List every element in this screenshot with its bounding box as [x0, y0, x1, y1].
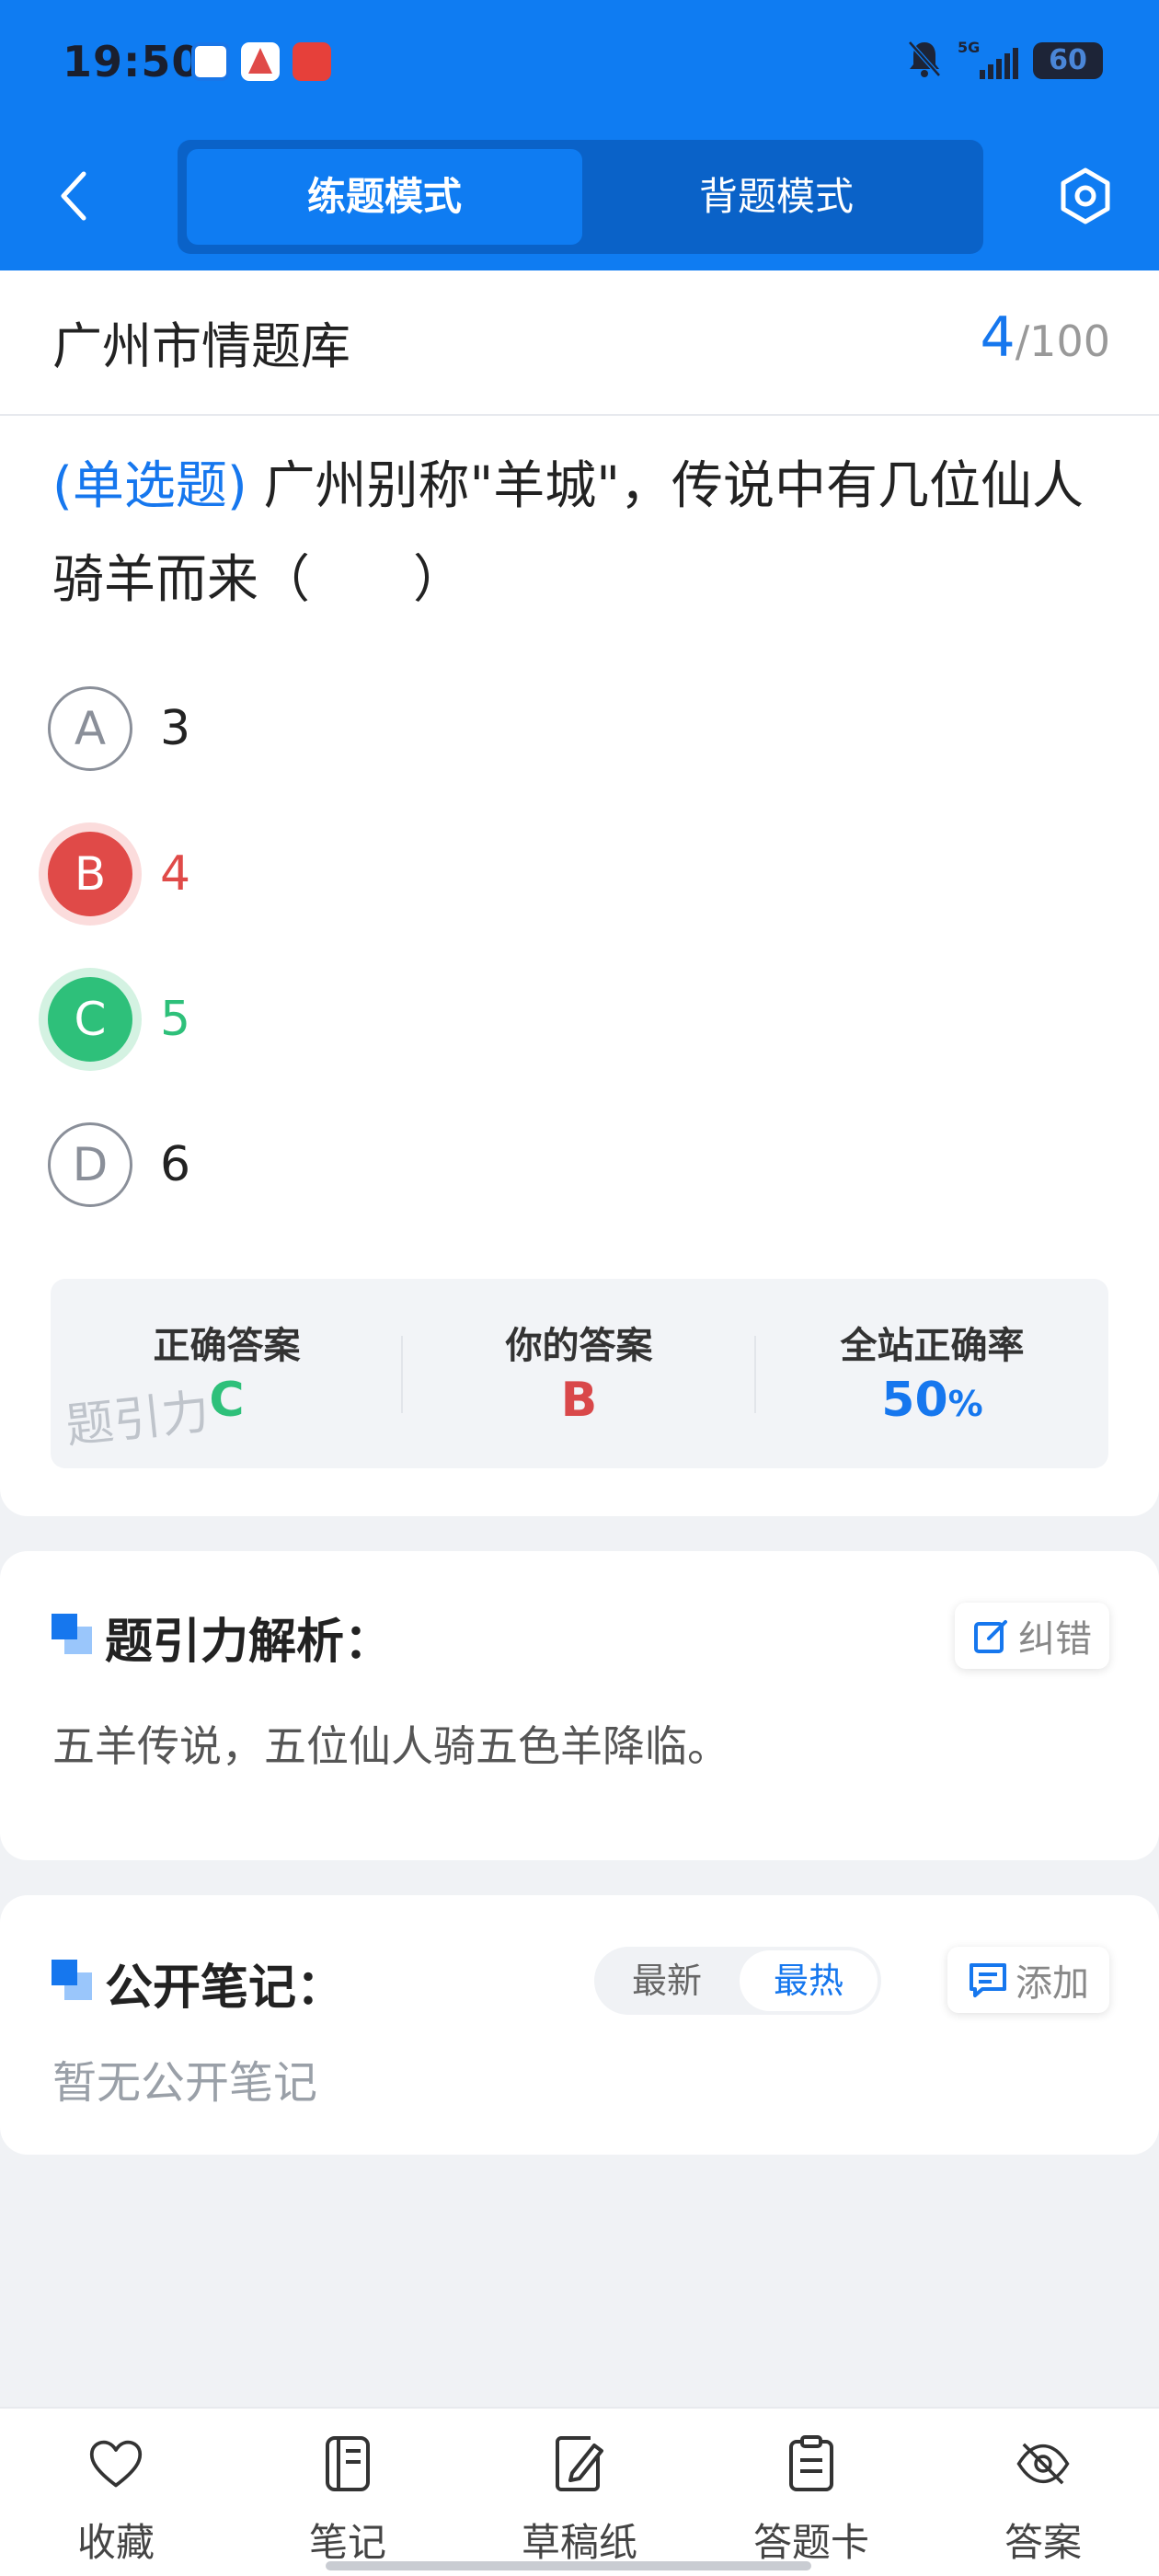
answer-summary: 题引力 正确答案 C 你的答案 B 全站正确率 50%: [51, 1279, 1108, 1468]
option-letter: D: [48, 1122, 132, 1207]
section-icon: [52, 1960, 92, 2000]
analysis-card: 题引力解析： 纠错 五羊传说，五位仙人骑五色羊降临。: [0, 1551, 1159, 1860]
option-text: 3: [160, 701, 191, 756]
eye-off-icon: [1016, 2434, 1071, 2493]
nav-label: 答案: [1004, 2520, 1082, 2565]
nav-show-answer[interactable]: 答案: [927, 2409, 1159, 2576]
comment-icon: [970, 1963, 1006, 1997]
heart-icon: [88, 2434, 143, 2493]
notes-sort-toggle: 最新 最热: [594, 1947, 881, 2015]
nav-notes[interactable]: 笔记: [232, 2409, 464, 2576]
battery-indicator: 60: [1033, 42, 1103, 79]
nav-favorite[interactable]: 收藏: [0, 2409, 232, 2576]
status-indicators: 5G 60: [906, 39, 1103, 83]
nav-label: 笔记: [308, 2520, 386, 2565]
question-card: 广州市情题库 4/100 (单选题) 广州别称"羊城"，传说中有几位仙人骑羊而来…: [0, 270, 1159, 1516]
option-letter: A: [48, 686, 132, 771]
chevron-left-icon: [61, 171, 86, 221]
option-b[interactable]: B 4: [48, 830, 1106, 918]
status-time: 19:50: [63, 37, 202, 86]
empty-notes-text: 暂无公开笔记: [52, 2057, 318, 2109]
add-note-label: 添加: [1016, 1962, 1089, 2005]
edit-icon: [974, 1620, 1007, 1653]
section-icon: [52, 1614, 92, 1654]
current-index: 4: [980, 305, 1016, 370]
clipboard-icon: [784, 2434, 839, 2493]
report-error-button[interactable]: 纠错: [955, 1603, 1109, 1669]
question-progress[interactable]: 4/100: [981, 305, 1111, 370]
bottom-nav: 收藏 笔记 草稿纸 答题卡 答案: [0, 2407, 1159, 2576]
nav-label: 答题卡: [752, 2520, 869, 2565]
notes-card: 公开笔记： 最新 最热 添加 暂无公开笔记: [0, 1895, 1159, 2155]
app-notification-icon: [293, 42, 331, 81]
back-button[interactable]: [48, 164, 99, 228]
correct-answer-label: 正确答案: [153, 1325, 301, 1367]
site-accuracy-label: 全站正确率: [840, 1325, 1025, 1367]
settings-hexagon-icon: [1061, 167, 1110, 224]
option-text: 6: [160, 1137, 191, 1192]
option-text: 4: [160, 846, 191, 902]
add-note-button[interactable]: 添加: [947, 1947, 1109, 2013]
option-letter: B: [48, 832, 132, 916]
notebook-icon: [320, 2434, 375, 2493]
option-a[interactable]: A 3: [48, 684, 1106, 773]
nav-label: 收藏: [76, 2520, 155, 2565]
tab-recite-mode[interactable]: 背题模式: [579, 149, 974, 245]
accuracy-unit: %: [947, 1384, 983, 1424]
notes-title: 公开笔记：: [105, 1961, 345, 2016]
accuracy-number: 50: [881, 1373, 948, 1428]
option-text: 5: [160, 992, 191, 1047]
network-type: 5G: [958, 39, 981, 56]
draft-icon: [552, 2434, 607, 2493]
tab-practice-mode[interactable]: 练题模式: [187, 149, 582, 245]
top-header: 19:50 5G 60 练题模式 背题模式: [0, 0, 1159, 270]
analysis-text: 五羊传说，五位仙人骑五色羊降临。: [52, 1721, 729, 1771]
correct-answer-value: C: [209, 1373, 245, 1428]
bank-name: 广州市情题库: [52, 317, 350, 375]
settings-button[interactable]: [1049, 164, 1122, 228]
sort-latest[interactable]: 最新: [598, 1950, 736, 2011]
home-indicator[interactable]: [326, 2561, 811, 2570]
question-type: (单选题): [52, 456, 247, 516]
total-count: /100: [1015, 316, 1110, 366]
correct-answer: 正确答案 C: [51, 1279, 403, 1468]
your-answer: 你的答案 B: [403, 1279, 755, 1468]
option-letter: C: [48, 977, 132, 1062]
your-answer-value: B: [560, 1373, 598, 1428]
nav-draft[interactable]: 草稿纸: [464, 2409, 695, 2576]
app-notification-icon: [241, 42, 280, 81]
mode-switch: 练题模式 背题模式: [178, 140, 983, 254]
your-answer-label: 你的答案: [505, 1325, 653, 1367]
app-notification-icon: [191, 42, 230, 81]
option-d[interactable]: D 6: [48, 1121, 1106, 1209]
option-c[interactable]: C 5: [48, 975, 1106, 1064]
bank-header: 广州市情题库 4/100: [0, 270, 1159, 416]
signal-icon: 5G: [958, 39, 1018, 79]
analysis-title: 题引力解析：: [105, 1615, 393, 1670]
mute-bell-icon: [906, 39, 943, 83]
site-accuracy-value: 50%: [756, 1373, 1108, 1428]
question-text: (单选题) 广州别称"羊城"，传说中有几位仙人骑羊而来（ ）: [52, 440, 1119, 627]
site-accuracy: 全站正确率 50%: [756, 1279, 1108, 1468]
sort-hot[interactable]: 最热: [740, 1950, 878, 2011]
nav-answer-sheet[interactable]: 答题卡: [695, 2409, 927, 2576]
report-error-label: 纠错: [1018, 1618, 1092, 1661]
nav-label: 草稿纸: [521, 2520, 637, 2565]
